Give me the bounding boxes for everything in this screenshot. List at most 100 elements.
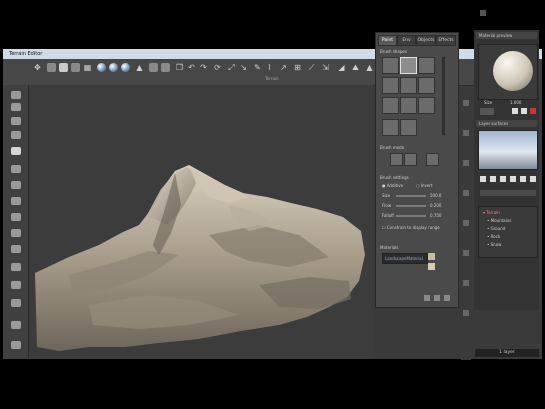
layer-item-mountains[interactable]: • Mountains xyxy=(487,218,511,223)
strip-button-2[interactable] xyxy=(463,130,469,136)
layer-tool-6[interactable] xyxy=(530,176,536,182)
layer-tool-1[interactable] xyxy=(480,176,486,182)
sky-icon[interactable] xyxy=(109,63,118,72)
tool-8-button[interactable] xyxy=(11,197,21,205)
tool-11-button[interactable] xyxy=(11,245,21,253)
terrain-icon[interactable]: ▲ xyxy=(135,63,144,72)
select-tool-button[interactable] xyxy=(59,63,68,72)
raise-icon[interactable]: ↗ xyxy=(279,63,288,72)
render-tool-button[interactable] xyxy=(161,63,170,72)
size-slider[interactable] xyxy=(396,195,426,197)
brush-shape-6[interactable] xyxy=(418,77,435,94)
tool-12-button[interactable] xyxy=(11,263,21,271)
flow-value[interactable]: 0.200 xyxy=(430,203,441,208)
preview-size-value[interactable]: 1.000 xyxy=(510,100,521,105)
brush-shape-8[interactable] xyxy=(400,97,417,114)
preview-option-3-button[interactable] xyxy=(530,108,536,114)
tab-env[interactable]: Env xyxy=(397,35,416,46)
brush-mode-paint-button[interactable] xyxy=(390,153,403,166)
ramp-icon[interactable]: ◢ xyxy=(337,63,346,72)
brush-shape-7[interactable] xyxy=(382,97,399,114)
brush-shape-11[interactable] xyxy=(400,119,417,136)
pan-icon[interactable]: ↘ xyxy=(239,63,248,72)
undo-icon[interactable]: ↶ xyxy=(187,63,196,72)
tool-5-button[interactable] xyxy=(11,147,21,155)
material-swatch-2[interactable] xyxy=(428,263,435,270)
panel-action-3-button[interactable] xyxy=(444,295,450,301)
option-additive[interactable]: ● Additive xyxy=(382,183,403,188)
layer-tool-3[interactable] xyxy=(500,176,506,182)
layer-filter-bar[interactable] xyxy=(480,190,536,196)
panel-action-2-button[interactable] xyxy=(434,295,440,301)
layer-tool-5[interactable] xyxy=(520,176,526,182)
brush-shape-1[interactable] xyxy=(382,57,399,74)
grid-icon[interactable]: ▦ xyxy=(83,63,92,72)
brush-icon[interactable]: ✎ xyxy=(253,63,262,72)
tool-15-button[interactable] xyxy=(11,321,21,329)
flow-slider[interactable] xyxy=(396,205,426,207)
layer-item-snow[interactable]: • Snow xyxy=(487,242,501,247)
brush-mode-erase-button[interactable] xyxy=(404,153,417,166)
brush-mode-settings-button[interactable] xyxy=(426,153,439,166)
strip-button-1[interactable] xyxy=(463,100,469,106)
atmosphere-icon[interactable] xyxy=(121,63,130,72)
copy-icon[interactable]: ❐ xyxy=(175,63,184,72)
peak-icon[interactable]: ▲ xyxy=(365,63,374,72)
layer-tool-4[interactable] xyxy=(510,176,516,182)
brush-shape-5[interactable] xyxy=(400,77,417,94)
strip-button-4[interactable] xyxy=(463,190,469,196)
strip-button-6[interactable] xyxy=(463,250,469,256)
falloff-value[interactable]: 0.750 xyxy=(430,213,441,218)
size-value[interactable]: 500.0 xyxy=(430,193,441,198)
tool-13-button[interactable] xyxy=(11,281,21,289)
preview-option-1-button[interactable] xyxy=(512,108,518,114)
brush-shape-4[interactable] xyxy=(382,77,399,94)
redo-icon[interactable]: ↷ xyxy=(199,63,208,72)
material-field[interactable]: LandscapeMaterial xyxy=(382,253,428,264)
move-icon[interactable]: ✥ xyxy=(33,63,42,72)
option-invert[interactable]: ○ Invert xyxy=(416,183,433,188)
tool-6-button[interactable] xyxy=(11,165,21,173)
tool-14-button[interactable] xyxy=(11,299,21,307)
scale-tool-button[interactable] xyxy=(71,63,80,72)
material-swatch-1[interactable] xyxy=(428,253,435,260)
dock-button-1[interactable] xyxy=(480,10,486,16)
brush-shape-2[interactable] xyxy=(400,57,417,74)
layer-item-rock[interactable]: • Rock xyxy=(487,234,500,239)
tab-paint[interactable]: Paint xyxy=(378,35,397,46)
falloff-slider[interactable] xyxy=(396,215,426,217)
tool-2-button[interactable] xyxy=(11,103,21,111)
preview-mode-button[interactable] xyxy=(480,108,494,115)
globe-icon[interactable] xyxy=(97,63,106,72)
line-icon[interactable]: ⟋ xyxy=(307,63,316,72)
mountain-icon[interactable]: ⛰ xyxy=(351,63,360,72)
tab-objects[interactable]: Objects xyxy=(416,35,436,46)
tool-10-button[interactable] xyxy=(11,229,21,237)
strip-button-5[interactable] xyxy=(463,220,469,226)
tool-4-button[interactable] xyxy=(11,131,21,139)
brush-shape-9[interactable] xyxy=(418,97,435,114)
strip-button-8[interactable] xyxy=(463,310,469,316)
tool-16-button[interactable] xyxy=(11,341,21,349)
measure-icon[interactable]: ⊞ xyxy=(293,63,302,72)
preview-option-2-button[interactable] xyxy=(521,108,527,114)
tool-3-button[interactable] xyxy=(11,117,21,125)
smooth-icon[interactable]: ⌇ xyxy=(265,63,274,72)
brush-shapes-scrollbar[interactable] xyxy=(442,57,445,135)
tab-effects[interactable]: Effects xyxy=(436,35,456,46)
expand-icon[interactable]: ⇲ xyxy=(321,63,330,72)
strip-button-3[interactable] xyxy=(463,160,469,166)
brush-shape-10[interactable] xyxy=(382,119,399,136)
camera-tool-button[interactable] xyxy=(149,63,158,72)
zoom-icon[interactable]: ⤢ xyxy=(227,63,236,72)
tool-9-button[interactable] xyxy=(11,213,21,221)
panel-action-1-button[interactable] xyxy=(424,295,430,301)
terrain-viewport[interactable] xyxy=(29,85,373,359)
strip-button-7[interactable] xyxy=(463,280,469,286)
constrain-checkbox[interactable]: ☐ Constrain to display range xyxy=(382,225,440,230)
tool-1-button[interactable] xyxy=(11,91,21,99)
refresh-icon[interactable]: ⟳ xyxy=(213,63,222,72)
brush-shape-3[interactable] xyxy=(418,57,435,74)
rotate-tool-button[interactable] xyxy=(47,63,56,72)
tool-7-button[interactable] xyxy=(11,181,21,189)
